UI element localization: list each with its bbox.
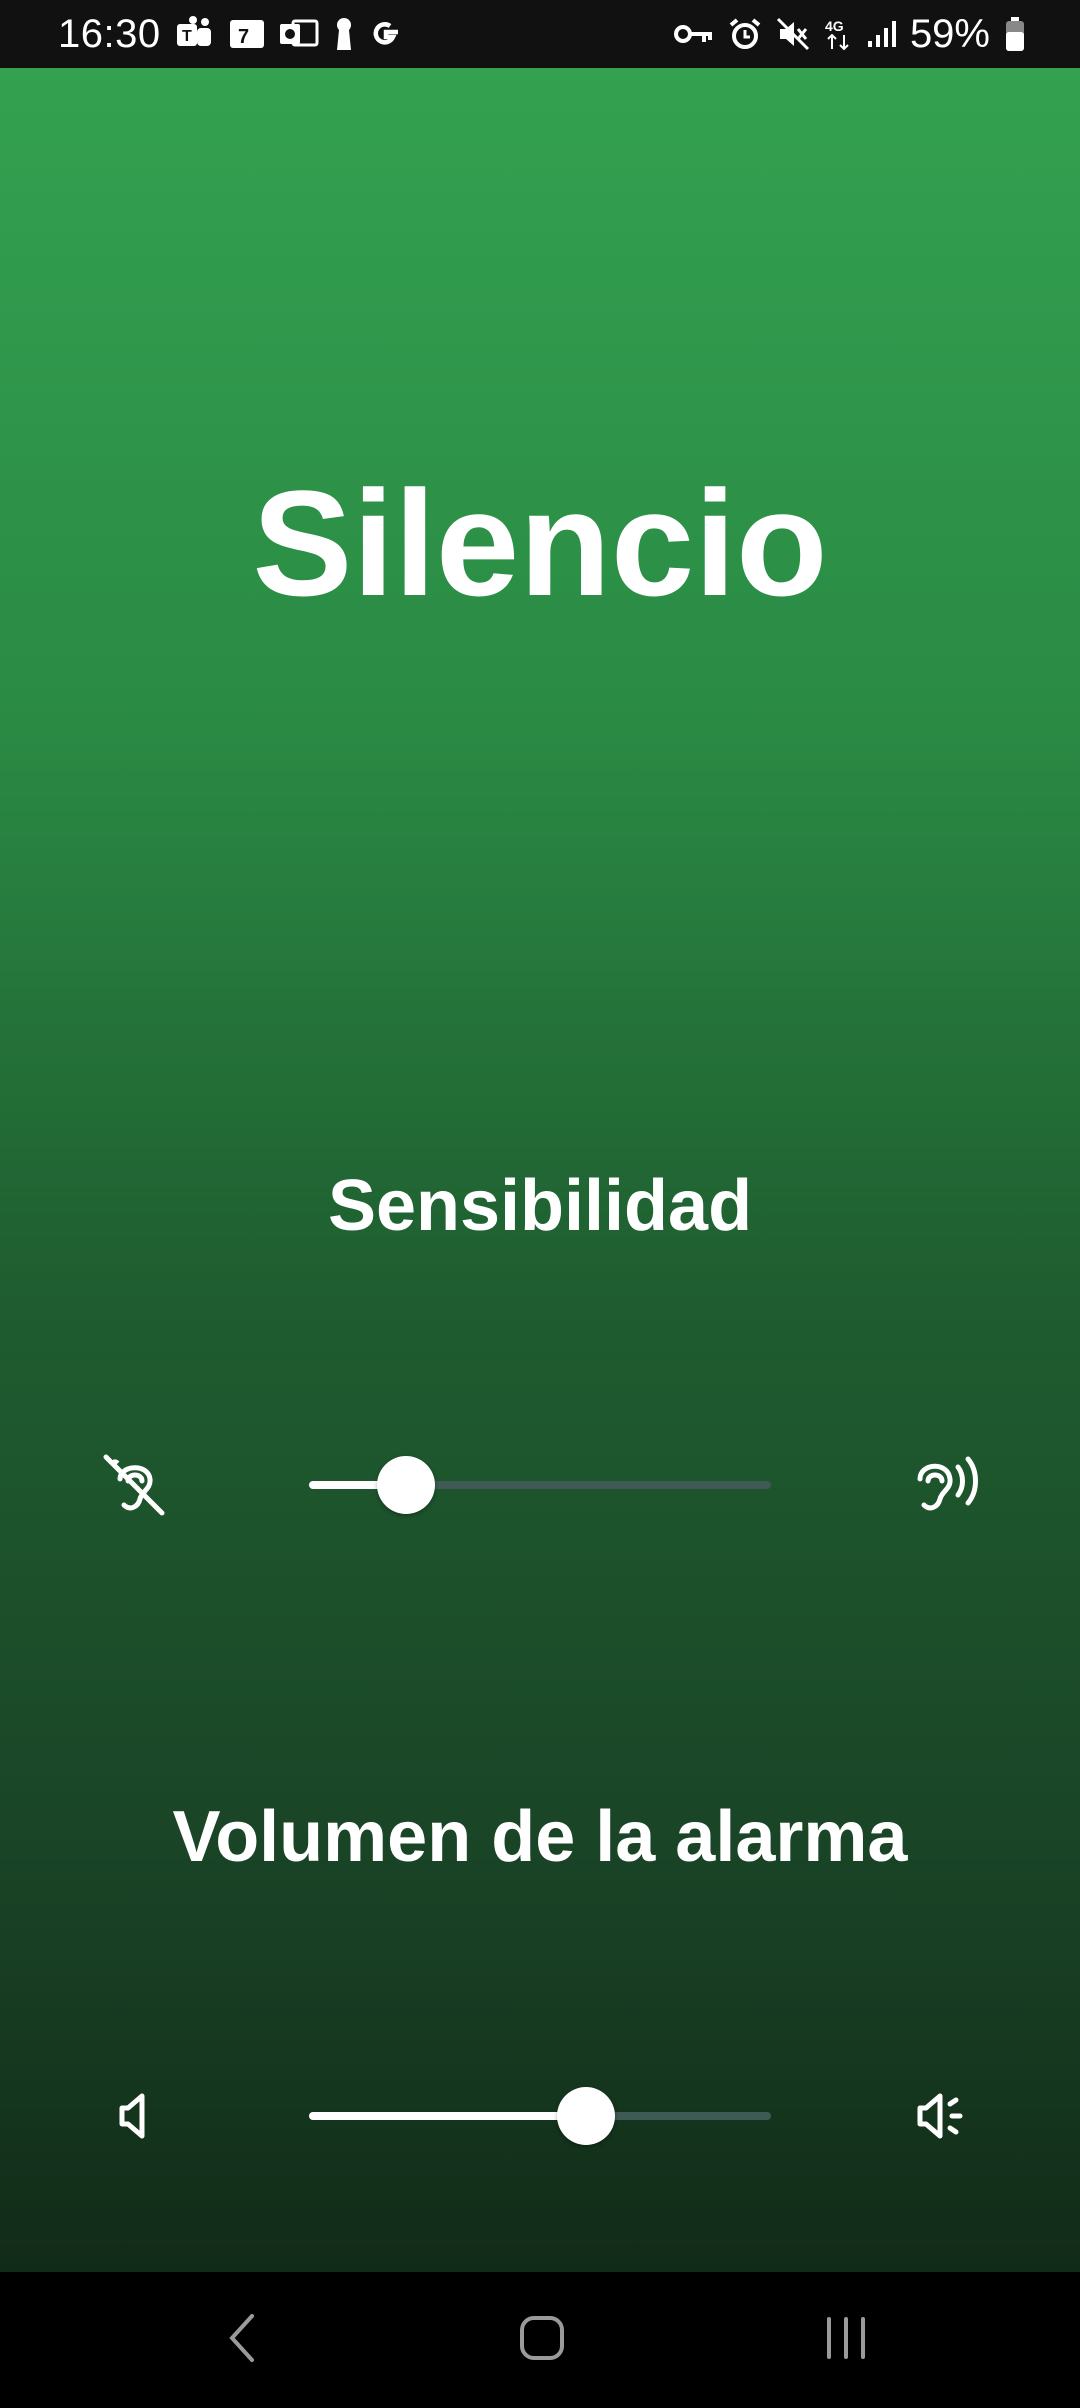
network-label: 4G bbox=[825, 18, 844, 34]
svg-text:T: T bbox=[182, 28, 192, 45]
calendar-icon: 7 bbox=[229, 18, 265, 50]
back-button[interactable] bbox=[202, 2310, 282, 2370]
recents-button[interactable] bbox=[806, 2310, 886, 2370]
sensitivity-slider-row bbox=[0, 1425, 1080, 1545]
status-left: 16:30 T 7 bbox=[58, 12, 403, 57]
status-bar: 16:30 T 7 4G 59% bbox=[0, 0, 1080, 68]
back-icon bbox=[222, 2310, 262, 2371]
4g-icon: 4G bbox=[824, 17, 852, 51]
hearing-icon bbox=[910, 1449, 982, 1521]
google-icon bbox=[369, 17, 403, 51]
alarm-icon bbox=[728, 17, 762, 51]
signal-icon bbox=[866, 19, 896, 49]
recents-icon bbox=[823, 2315, 869, 2366]
mute-icon bbox=[776, 17, 810, 51]
sensitivity-label: Sensibilidad bbox=[327, 1166, 753, 1246]
svg-text:7: 7 bbox=[238, 26, 249, 48]
volume-slider-row bbox=[0, 2056, 1080, 2176]
battery-percent: 59% bbox=[909, 11, 990, 56]
keyhole-icon bbox=[333, 16, 355, 52]
volume-slider-thumb[interactable] bbox=[557, 2087, 616, 2145]
page-title: Silencio bbox=[252, 459, 828, 627]
volume-slider-fill bbox=[309, 2112, 587, 2120]
navigation-bar bbox=[0, 2272, 1080, 2408]
home-icon bbox=[518, 2314, 566, 2367]
hearing-disabled-icon bbox=[98, 1449, 170, 1521]
vpn-key-icon bbox=[673, 22, 714, 46]
status-right: 4G 59% bbox=[673, 11, 1026, 57]
home-button[interactable] bbox=[502, 2310, 582, 2370]
main-panel: Silencio Sensibilidad Volumen de la alar… bbox=[0, 68, 1080, 2272]
sensitivity-slider[interactable] bbox=[309, 1456, 771, 1514]
status-time: 16:30 bbox=[58, 11, 161, 56]
volume-label: Volumen de la alarma bbox=[172, 1797, 908, 1877]
volume-mute-icon bbox=[98, 2080, 170, 2152]
battery-icon bbox=[1004, 16, 1026, 52]
outlook-icon bbox=[279, 17, 319, 51]
volume-slider[interactable] bbox=[309, 2087, 771, 2145]
teams-icon: T bbox=[175, 16, 215, 52]
volume-up-icon bbox=[910, 2080, 982, 2152]
sensitivity-slider-thumb[interactable] bbox=[377, 1456, 436, 1514]
